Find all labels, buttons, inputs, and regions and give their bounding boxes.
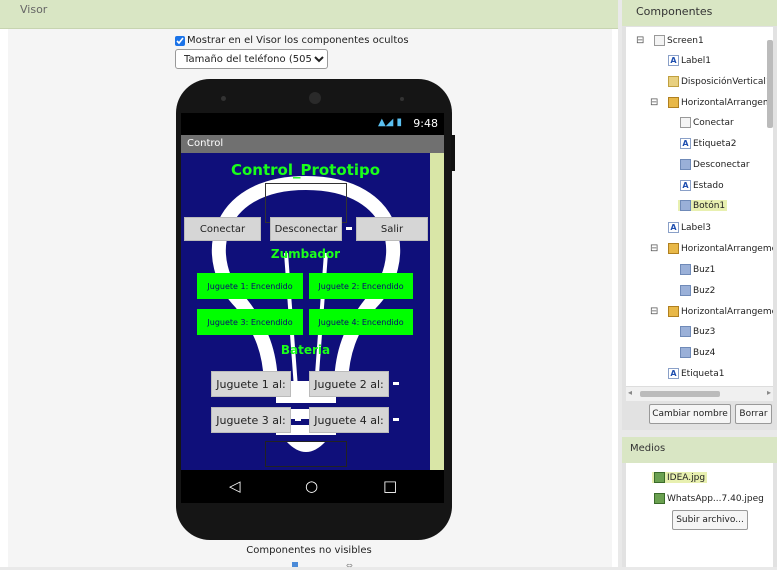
connect-button[interactable]: Conectar <box>184 217 261 241</box>
toy4-battery-value <box>393 418 399 421</box>
toy3-toggle-button[interactable]: Juguete 3: Encendido <box>197 309 303 335</box>
phone-light-icon <box>400 97 404 101</box>
upload-file-button[interactable]: Subir archivo... <box>672 510 748 530</box>
recent-apps-icon[interactable]: □ <box>383 477 397 495</box>
non-visible-component-arrows-icon[interactable]: ⇔ <box>346 561 353 570</box>
signal-battery-icon: ▲◢ ▮ <box>377 117 402 128</box>
collapse-horizontal2-icon[interactable]: ⊟ <box>650 243 658 254</box>
tree-horizontal-scrollbar[interactable]: ◂ ▸ <box>626 386 773 401</box>
status-label <box>346 227 352 230</box>
toy4-battery-button[interactable]: Juguete 4 al: <box>309 407 389 433</box>
button-icon <box>680 159 691 170</box>
collapse-horizontal1-icon[interactable]: ⊟ <box>650 97 658 108</box>
tree-item-buz2[interactable]: Buz2 <box>680 285 715 296</box>
media-file-idea[interactable]: IDEA.jpg <box>652 472 708 483</box>
tree-item-estado[interactable]: A Estado <box>680 180 724 191</box>
button-icon <box>680 117 691 128</box>
screen-title: Control <box>187 138 224 149</box>
scroll-left-icon[interactable]: ◂ <box>628 388 632 397</box>
media-file-whatsapp[interactable]: WhatsApp...7.40.jpeg <box>654 493 764 504</box>
components-tree: ⊟ Screen1 A Label1 DisposiciónVertical1 … <box>626 27 773 400</box>
phone-camera-icon <box>309 92 321 104</box>
app-canvas: Control_Prototipo Conectar Desconectar S… <box>181 153 430 470</box>
tree-item-label1[interactable]: A Label1 <box>668 55 711 66</box>
toy4-toggle-button[interactable]: Juguete 4: Encendido <box>309 309 413 335</box>
tree-item-horizontalarrangement1[interactable]: HorizontalArrangeme <box>668 97 773 108</box>
label-icon: A <box>680 180 691 191</box>
status-time: 9:48 <box>413 117 438 130</box>
tree-item-buz4[interactable]: Buz4 <box>680 347 715 358</box>
button-icon <box>680 347 691 358</box>
toy3-battery-button[interactable]: Juguete 3 al: <box>211 407 291 433</box>
tree-item-disposicionvertical1[interactable]: DisposiciónVertical1 <box>668 76 772 87</box>
toy1-battery-button[interactable]: Juguete 1 al: <box>211 371 291 397</box>
components-title: Componentes <box>636 5 713 18</box>
horizontal-arrangement-icon <box>668 97 679 108</box>
visor-header: Visor <box>0 0 618 29</box>
tree-vertical-scrollbar[interactable] <box>767 40 773 128</box>
image-file-icon <box>654 493 665 504</box>
toy3-battery-value <box>295 418 301 421</box>
etiqueta1-placeholder <box>265 441 347 467</box>
rename-button[interactable]: Cambiar nombre <box>649 404 731 424</box>
horizontal-arrangement-icon <box>668 306 679 317</box>
tree-item-boton1[interactable]: Botón1 <box>678 200 728 211</box>
phone-sensor-icon <box>221 96 226 101</box>
show-hidden-checkbox[interactable] <box>175 35 185 46</box>
vertical-arrangement-icon <box>668 76 679 87</box>
media-header: Medios <box>622 437 777 463</box>
tree-item-buz3[interactable]: Buz3 <box>680 326 715 337</box>
tree-item-etiqueta2[interactable]: A Etiqueta2 <box>680 138 736 149</box>
components-header: Componentes <box>622 0 777 26</box>
phone-size-select[interactable]: Tamaño del teléfono (505,320) <box>175 49 328 69</box>
button-icon <box>680 326 691 337</box>
show-hidden-label: Mostrar en el Visor los componentes ocul… <box>187 35 409 46</box>
toy2-toggle-button[interactable]: Juguete 2: Encendido <box>309 273 413 299</box>
screen-titlebar: Control <box>181 135 444 153</box>
tree-item-screen1[interactable]: Screen1 <box>654 35 704 46</box>
scroll-right-icon[interactable]: ▸ <box>767 388 771 397</box>
tree-item-desconectar[interactable]: Desconectar <box>680 159 750 170</box>
tree-item-horizontalarrangement2[interactable]: HorizontalArrangeme <box>668 243 773 254</box>
disconnect-button[interactable]: Desconectar <box>270 217 342 241</box>
tree-item-etiqueta1[interactable]: A Etiqueta1 <box>668 368 724 379</box>
collapse-screen1-icon[interactable]: ⊟ <box>636 35 644 46</box>
screen-icon <box>654 35 665 46</box>
app-scrollbar[interactable] <box>430 153 444 470</box>
label-icon: A <box>668 222 679 233</box>
toy2-battery-button[interactable]: Juguete 2 al: <box>309 371 389 397</box>
button-icon <box>680 285 691 296</box>
zumbador-label: Zumbador <box>270 247 341 261</box>
delete-button[interactable]: Borrar <box>735 404 772 424</box>
button-icon <box>680 264 691 275</box>
back-icon[interactable]: ◁ <box>229 477 241 495</box>
label-icon: A <box>668 55 679 66</box>
horizontal-arrangement-icon <box>668 243 679 254</box>
toy2-battery-value <box>393 382 399 385</box>
toy1-toggle-button[interactable]: Juguete 1: Encendido <box>197 273 303 299</box>
tree-item-buz1[interactable]: Buz1 <box>680 264 715 275</box>
non-visible-components-label: Componentes no visibles <box>246 545 372 556</box>
button-icon <box>680 200 691 211</box>
phone-side-button <box>451 135 455 171</box>
visor-title: Visor <box>20 3 48 16</box>
android-navbar: ◁ ○ □ <box>181 470 444 503</box>
collapse-horizontal3-icon[interactable]: ⊟ <box>650 306 658 317</box>
label-icon: A <box>668 368 679 379</box>
tree-item-conectar[interactable]: Conectar <box>680 117 734 128</box>
status-bar: ▲◢ ▮ 9:48 <box>181 113 444 135</box>
tree-hscroll-thumb[interactable] <box>640 391 720 397</box>
tree-item-label3[interactable]: A Label3 <box>668 222 711 233</box>
non-visible-component-icon[interactable] <box>292 562 298 567</box>
app-title: Control_Prototipo <box>230 161 381 179</box>
home-icon[interactable]: ○ <box>305 477 318 495</box>
tree-item-horizontalarrangement3[interactable]: HorizontalArrangeme <box>668 306 773 317</box>
media-title: Medios <box>630 443 666 454</box>
label-icon: A <box>680 138 691 149</box>
show-hidden-row[interactable]: Mostrar en el Visor los componentes ocul… <box>175 35 409 46</box>
toy1-battery-value <box>295 382 301 385</box>
image-file-icon <box>654 472 665 483</box>
exit-button[interactable]: Salir <box>356 217 428 241</box>
bateria-label: Bateria <box>280 343 331 357</box>
